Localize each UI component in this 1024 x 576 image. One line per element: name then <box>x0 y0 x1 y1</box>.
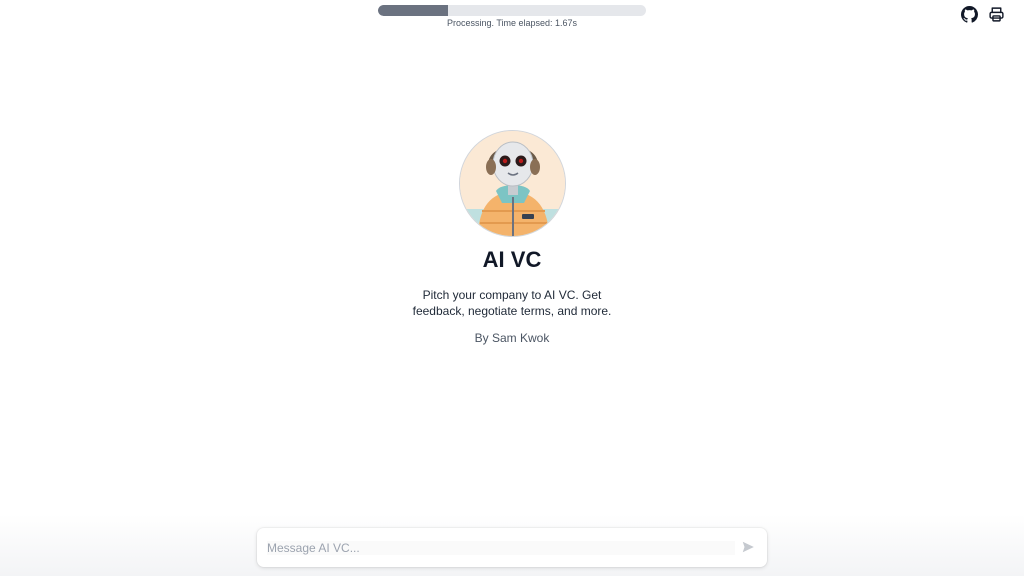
top-right-toolbar <box>961 6 1005 23</box>
github-link[interactable] <box>961 6 978 23</box>
printer-icon <box>989 7 1004 22</box>
github-icon <box>961 6 978 23</box>
send-button[interactable] <box>741 540 757 556</box>
message-input[interactable] <box>267 540 735 555</box>
progress-status-text: Processing. Time elapsed: 1.67s <box>446 18 578 28</box>
progress-bar-fill <box>378 5 448 16</box>
processing-indicator: Processing. Time elapsed: 1.67s <box>378 5 646 28</box>
progress-bar <box>378 5 646 16</box>
print-button[interactable] <box>988 6 1005 23</box>
assistant-author: By Sam Kwok <box>474 331 550 345</box>
message-composer <box>257 528 767 567</box>
chat-page: Processing. Time elapsed: 1.67s AI VC Pi… <box>0 0 1024 576</box>
assistant-intro: AI VC Pitch your company to AI VC. Get f… <box>0 130 1024 345</box>
avatar <box>458 130 566 237</box>
assistant-description: Pitch your company to AI VC. Get feedbac… <box>412 288 612 318</box>
assistant-title: AI VC <box>482 247 542 272</box>
robot-avatar-image <box>459 131 565 236</box>
send-icon <box>742 541 754 552</box>
